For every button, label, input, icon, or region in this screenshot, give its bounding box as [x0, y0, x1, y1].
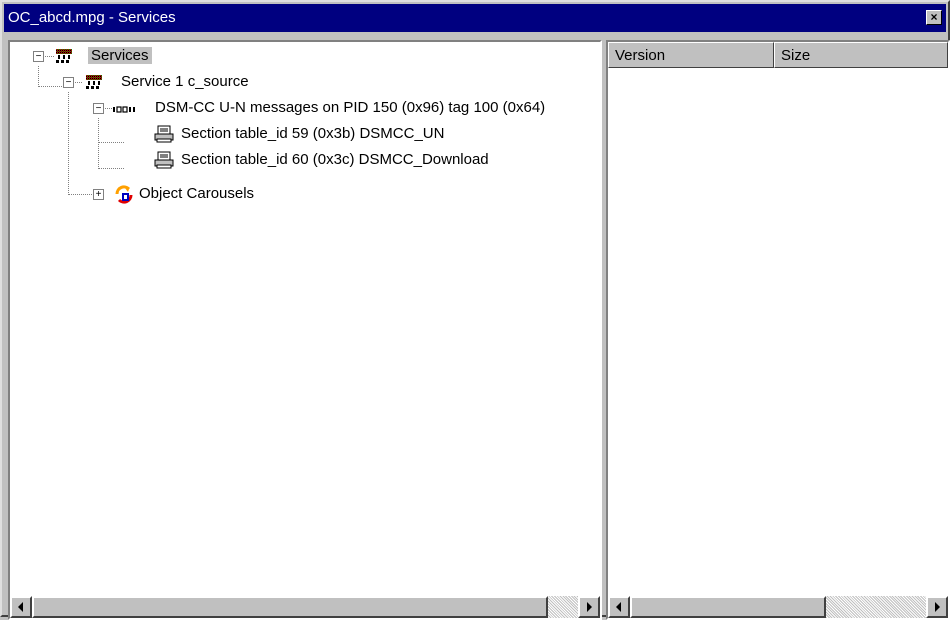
- network-service-icon: [86, 75, 102, 89]
- tree-node-label[interactable]: Object Carousels: [136, 185, 257, 202]
- collapse-toggle[interactable]: −: [33, 51, 44, 62]
- tree-connector: [38, 66, 39, 87]
- expand-toggle[interactable]: +: [93, 189, 104, 200]
- title-bar[interactable]: OC_abcd.mpg - Services ×: [4, 4, 946, 32]
- tree-connector: [68, 92, 69, 195]
- scroll-right-button[interactable]: [578, 596, 600, 618]
- close-icon: ×: [930, 10, 938, 24]
- services-window: OC_abcd.mpg - Services × − Services − Se…: [0, 0, 950, 620]
- tree-node-label[interactable]: Service 1 c_source: [118, 73, 252, 90]
- window-title: OC_abcd.mpg - Services: [8, 9, 176, 26]
- tree-node-label[interactable]: Section table_id 59 (0x3b) DSMCC_UN: [178, 125, 447, 142]
- tree-connector: [38, 86, 62, 87]
- pid-stream-icon: [113, 106, 135, 113]
- scrollbar-thumb[interactable]: [32, 596, 548, 618]
- collapse-toggle[interactable]: −: [93, 103, 104, 114]
- column-header-size[interactable]: Size: [774, 42, 948, 68]
- arrow-left-icon: [18, 602, 23, 612]
- close-button[interactable]: ×: [926, 10, 942, 25]
- list-horizontal-scrollbar[interactable]: [608, 596, 948, 618]
- scrollbar-thumb[interactable]: [630, 596, 826, 618]
- section-table-icon: [154, 125, 174, 143]
- column-header-version[interactable]: Version: [608, 42, 774, 68]
- section-table-icon: [154, 151, 174, 169]
- network-service-icon: [56, 49, 72, 63]
- tree-horizontal-scrollbar[interactable]: [10, 596, 600, 618]
- arrow-right-icon: [935, 602, 940, 612]
- tree-node-label[interactable]: Services: [88, 47, 152, 64]
- tree-connector: [98, 142, 124, 143]
- object-carousel-icon: [115, 185, 133, 204]
- tree-node-label[interactable]: DSM-CC U-N messages on PID 150 (0x96) ta…: [152, 99, 548, 116]
- tree-connector: [68, 194, 94, 195]
- services-tree-pane: − Services − Service 1 c_source − DSM-CC…: [8, 40, 602, 620]
- scroll-right-button[interactable]: [926, 596, 948, 618]
- collapse-toggle[interactable]: −: [63, 77, 74, 88]
- tree-connector: [98, 118, 99, 169]
- arrow-right-icon: [587, 602, 592, 612]
- services-tree: − Services − Service 1 c_source − DSM-CC…: [10, 42, 600, 590]
- scroll-left-button[interactable]: [608, 596, 630, 618]
- arrow-left-icon: [616, 602, 621, 612]
- tree-connector: [98, 168, 124, 169]
- list-header: Version Size: [608, 42, 948, 68]
- details-list-pane: Version Size: [606, 40, 950, 620]
- scroll-left-button[interactable]: [10, 596, 32, 618]
- tree-node-label[interactable]: Section table_id 60 (0x3c) DSMCC_Downloa…: [178, 151, 492, 168]
